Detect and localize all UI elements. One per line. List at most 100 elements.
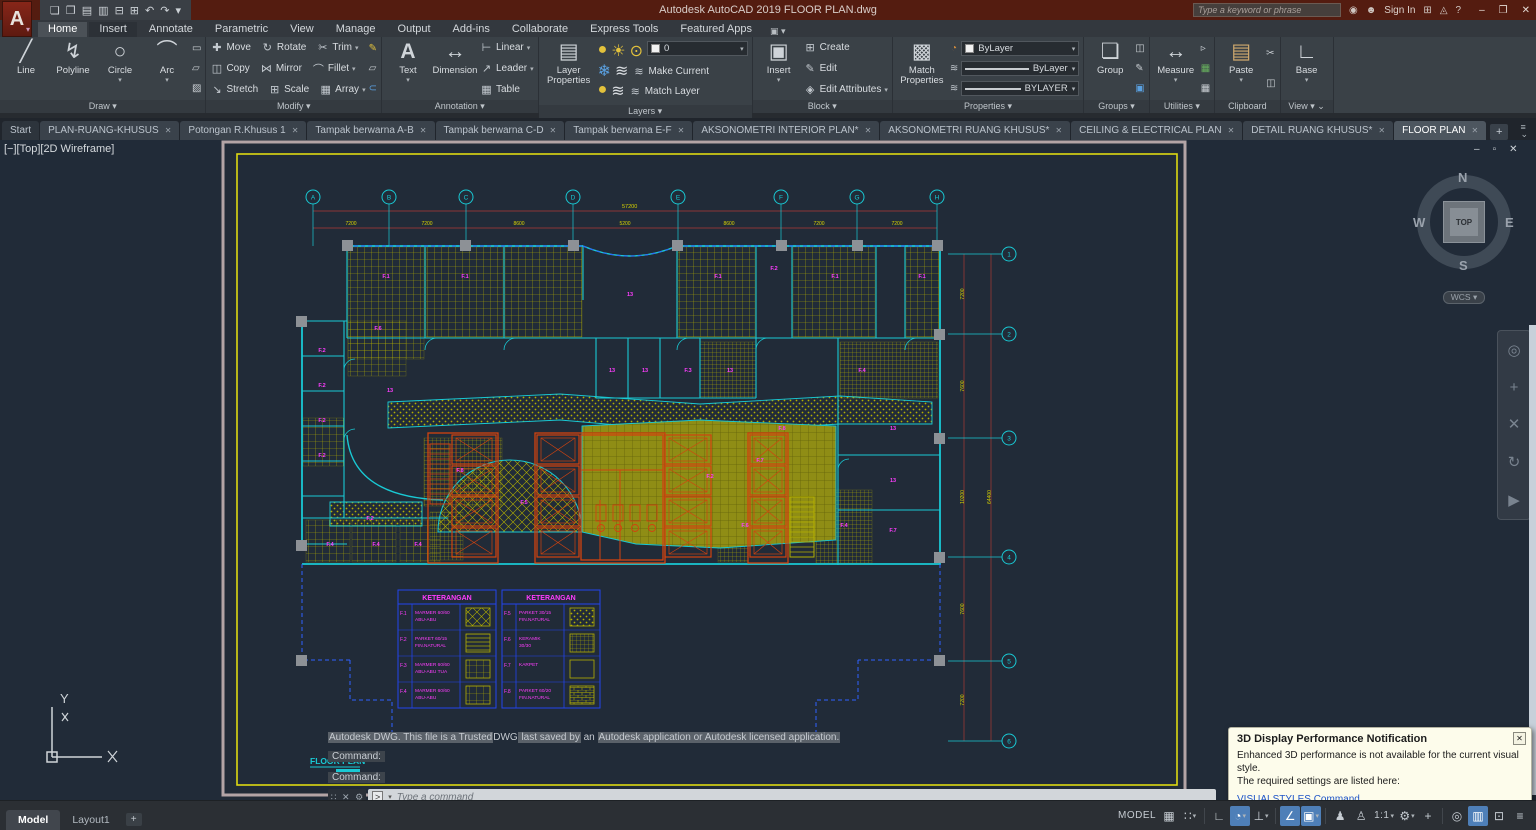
restore-button[interactable]: ❐ [1499, 5, 1508, 16]
group-selection-icon[interactable]: ▣ [1135, 83, 1144, 94]
paste-button[interactable]: ▤Paste▾ [1219, 38, 1263, 99]
ribbon-tab-parametric[interactable]: Parametric [205, 22, 278, 37]
file-tab-tampak-berwarna-c-d[interactable]: Tampak berwarna C-D✕ [436, 121, 565, 140]
vertical-scrollbar[interactable] [1529, 325, 1536, 795]
sign-in-button[interactable]: Sign In [1384, 5, 1415, 16]
linear-button[interactable]: ⊢Linear▾ [480, 41, 534, 54]
array-button[interactable]: ▦Array▾ [319, 83, 365, 96]
new-layout-button[interactable]: + [126, 813, 142, 826]
panel-name-clipboard[interactable]: Clipboard [1215, 100, 1279, 113]
ribbon-tab-add-ins[interactable]: Add-ins [443, 22, 500, 37]
redo-icon[interactable]: ↷ [160, 4, 169, 17]
layer-properties-button[interactable]: ▤Layer Properties [543, 38, 595, 104]
tab-close-icon[interactable]: ✕ [165, 126, 172, 135]
ribbon-tab-home[interactable]: Home [38, 22, 87, 37]
panel-name-utilities[interactable]: Utilities ▾ [1150, 100, 1214, 113]
tab-close-icon[interactable]: ✕ [678, 126, 685, 135]
object-snap-icon[interactable]: ▣▾ [1301, 806, 1321, 826]
ribbon-tab-collaborate[interactable]: Collaborate [502, 22, 578, 37]
qat-dropdown-icon[interactable]: ▾ [175, 4, 181, 17]
tab-close-icon[interactable]: ✕ [420, 126, 427, 135]
quick-select-icon[interactable]: ▹ [1201, 43, 1210, 54]
group-button[interactable]: ❏Group [1088, 38, 1132, 99]
rotate-button[interactable]: ↻Rotate [261, 41, 306, 54]
save-icon[interactable]: ▤ [82, 4, 92, 17]
insert-button[interactable]: ▣Insert▾ [757, 38, 801, 99]
model-space-button[interactable]: MODEL [1116, 806, 1158, 826]
ribbon-tab-insert[interactable]: Insert [89, 22, 137, 37]
annotation-visibility-icon[interactable]: ♟ [1330, 806, 1350, 826]
command-close-icon[interactable]: ✕ [342, 792, 350, 801]
fillet-button[interactable]: ⌒Fillet▾ [312, 61, 356, 77]
layer-unlock-icon[interactable]: ⊙ [630, 41, 643, 61]
panel-name-block[interactable]: Block ▾ [753, 100, 892, 113]
viewcube-east[interactable]: E [1505, 215, 1514, 230]
measure-button[interactable]: ↔Measure▾ [1154, 38, 1198, 99]
ungroup-icon[interactable]: ◫ [1135, 43, 1144, 54]
copy-button[interactable]: ◫Copy [210, 61, 249, 77]
move-button[interactable]: ✚Move [210, 41, 250, 54]
hatch-icon[interactable]: ▨ [192, 83, 201, 94]
layer-thaw-icon[interactable]: ☀ [611, 41, 625, 61]
ribbon-tab-view[interactable]: View [280, 22, 324, 37]
scale-button[interactable]: ⊞Scale [268, 83, 309, 96]
lineweight-list-icon[interactable]: ≋ [950, 63, 958, 74]
ribbon-media-icon[interactable]: ▣ ▾ [770, 26, 786, 37]
viewcube-north[interactable]: N [1458, 170, 1467, 185]
polar-tracking-icon[interactable]: ◔▾ [1230, 806, 1250, 826]
offset-icon[interactable]: ⊂ [369, 83, 377, 94]
circle-button[interactable]: ○Circle▾ [98, 38, 142, 99]
showmotion-icon[interactable]: ▶ [1508, 491, 1520, 509]
create-block-button[interactable]: ⊞Create [804, 41, 888, 54]
visualstyles-command-link[interactable]: VISUALSTYLES Command [1237, 794, 1360, 800]
search-icon[interactable]: ◉ [1349, 5, 1358, 16]
match-layer-button[interactable]: ≋Match Layer [629, 81, 700, 101]
app-logo[interactable]: A▾ [2, 1, 32, 37]
navigation-wheel-icon[interactable]: ◎ [1507, 341, 1520, 359]
customization-menu-icon[interactable]: ≡ [1510, 806, 1530, 826]
wcs-dropdown[interactable]: WCS ▾ [1443, 291, 1485, 304]
ortho-mode-icon[interactable]: ∟ [1209, 806, 1229, 826]
new-drawing-tab-button[interactable]: + [1490, 124, 1508, 140]
table-button[interactable]: ▦Table [480, 83, 534, 96]
file-tab-plan-ruang-khusus[interactable]: PLAN-RUANG-KHUSUS✕ [40, 121, 179, 140]
leader-button[interactable]: ↗Leader▾ [480, 62, 534, 75]
file-tab-floor-plan[interactable]: FLOOR PLAN✕ [1394, 121, 1486, 140]
file-tab-start[interactable]: Start [2, 121, 39, 140]
panel-name-groups[interactable]: Groups ▾ [1084, 100, 1148, 113]
annotation-autoscale-icon[interactable]: ♙ [1351, 806, 1371, 826]
line-button[interactable]: ╱Line [4, 38, 48, 99]
clean-screen-icon[interactable]: ⊡ [1489, 806, 1509, 826]
open-file-icon[interactable]: ❒ [66, 4, 76, 17]
file-tab-potongan-r-khusus-1[interactable]: Potongan R.Khusus 1✕ [180, 121, 306, 140]
minimize-button[interactable]: – [1479, 5, 1485, 16]
pan-icon[interactable]: + [1510, 379, 1519, 396]
annotation-scale-button[interactable]: 1:1▾ [1372, 806, 1396, 826]
zoom-icon[interactable]: ✕ [1508, 415, 1521, 433]
undo-icon[interactable]: ↶ [145, 4, 154, 17]
graphics-performance-icon[interactable]: ▥ [1468, 806, 1488, 826]
tab-close-icon[interactable]: ✕ [1228, 126, 1235, 135]
orbit-icon[interactable]: ↻ [1508, 453, 1521, 471]
erase-icon[interactable]: ✎ [369, 43, 377, 54]
linetype-combo[interactable]: ByLayer▾ [961, 61, 1079, 76]
color-wheel-icon[interactable]: ◔ [951, 43, 957, 54]
file-tab-aksonometri-ruang-khusus-[interactable]: AKSONOMETRI RUANG KHUSUS*✕ [880, 121, 1070, 140]
workspace-switching-icon[interactable]: ⚙▾ [1397, 806, 1417, 826]
tab-close-icon[interactable]: ✕ [292, 126, 299, 135]
close-button[interactable]: ✕ [1522, 5, 1530, 16]
layer-freeze-icon[interactable]: ❄ [598, 61, 611, 81]
edit-attributes-button[interactable]: ◈Edit Attributes▾ [804, 83, 888, 96]
object-snap-tracking-icon[interactable]: ∠ [1280, 806, 1300, 826]
ribbon-tab-annotate[interactable]: Annotate [139, 22, 203, 37]
tab-close-icon[interactable]: ✕ [550, 126, 557, 135]
file-tab-ceiling-electrical-plan[interactable]: CEILING & ELECTRICAL PLAN✕ [1071, 121, 1242, 140]
new-file-icon[interactable]: ❏ [50, 4, 60, 17]
dimension-button[interactable]: ↔Dimension [433, 38, 477, 99]
command-wrench-icon[interactable]: ⚙ [355, 792, 363, 801]
viewcube[interactable]: N W E S TOP [1414, 172, 1514, 272]
explode-icon[interactable]: ▱ [369, 63, 377, 74]
layer-isolate-icon[interactable]: ≋ [615, 61, 628, 81]
file-tab-tampak-berwarna-e-f[interactable]: Tampak berwarna E-F✕ [565, 121, 692, 140]
make-current-button[interactable]: ≋Make Current [632, 61, 709, 81]
